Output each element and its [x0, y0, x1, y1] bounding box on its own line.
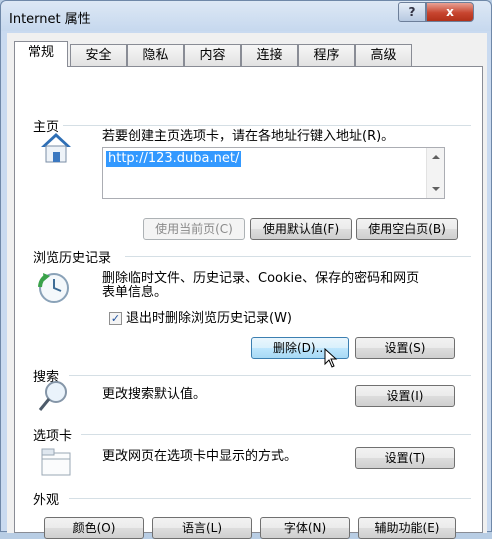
search-description: 更改搜索默认值。	[102, 387, 207, 402]
mouse-pointer-icon	[324, 348, 338, 368]
use-current-button[interactable]: 使用当前页(C)	[143, 218, 245, 240]
colors-button[interactable]: 颜色(O)	[44, 517, 144, 539]
tab-general[interactable]: 常规	[14, 41, 68, 67]
title-bar[interactable]: Internet 属性 ? x	[1, 1, 491, 31]
tab-content[interactable]: 内容	[184, 44, 241, 66]
general-tab-panel: 主页 若要创建主页选项卡，请在各地址行键入地址(R)。 http://123.d…	[14, 66, 483, 539]
tab-advanced[interactable]: 高级	[355, 44, 412, 66]
home-url-textarea[interactable]: http://123.duba.net/	[102, 147, 445, 199]
languages-button[interactable]: 语言(L)	[152, 517, 252, 539]
help-button[interactable]: ?	[398, 2, 426, 22]
appearance-group-title: 外观	[33, 489, 64, 508]
group-divider	[69, 375, 471, 376]
use-default-button[interactable]: 使用默认值(F)	[250, 218, 352, 240]
history-clock-icon	[38, 273, 69, 303]
window-title: Internet 属性	[9, 12, 91, 27]
magnifier-icon	[38, 381, 67, 411]
dialog-window: Internet 属性 ? x 常规 安全 隐私 内容 连接 程序 高级 主页 …	[0, 0, 492, 539]
home-url-value: http://123.duba.net/	[106, 151, 242, 167]
tabs-settings-button[interactable]: 设置(T)	[355, 447, 455, 469]
tab-connections[interactable]: 连接	[241, 44, 298, 66]
history-group-title: 浏览历史记录	[33, 247, 116, 266]
tab-security[interactable]: 安全	[70, 44, 127, 66]
accessibility-button[interactable]: 辅助功能(E)	[358, 517, 456, 539]
fonts-button[interactable]: 字体(N)	[260, 517, 350, 539]
history-settings-button[interactable]: 设置(S)	[355, 337, 455, 359]
url-scrollbar[interactable]	[426, 148, 444, 198]
group-divider	[81, 434, 471, 435]
dialog-client: 常规 安全 隐私 内容 连接 程序 高级 主页 若要创建主页选项卡，请在各地址行…	[7, 33, 487, 539]
close-button[interactable]: x	[426, 2, 474, 22]
tabs-window-icon	[41, 448, 71, 476]
history-description-line2: 表单信息。	[102, 285, 168, 300]
delete-on-exit-label[interactable]: 退出时删除浏览历史记录(W)	[126, 311, 292, 327]
tabs-group-title: 选项卡	[33, 425, 77, 444]
tab-privacy[interactable]: 隐私	[127, 44, 184, 66]
tabs-description: 更改网页在选项卡中显示的方式。	[102, 449, 298, 464]
delete-on-exit-checkbox[interactable]: ✓	[109, 312, 122, 325]
scroll-down-icon[interactable]	[432, 187, 440, 191]
group-divider	[63, 125, 471, 126]
search-settings-button[interactable]: 设置(I)	[355, 385, 455, 407]
home-description: 若要创建主页选项卡，请在各地址行键入地址(R)。	[102, 129, 395, 144]
home-icon	[41, 133, 71, 163]
scroll-up-icon[interactable]	[432, 155, 440, 159]
group-divider	[125, 256, 471, 257]
group-divider	[69, 498, 471, 499]
use-blank-button[interactable]: 使用空白页(B)	[356, 218, 458, 240]
tab-programs[interactable]: 程序	[298, 44, 355, 66]
